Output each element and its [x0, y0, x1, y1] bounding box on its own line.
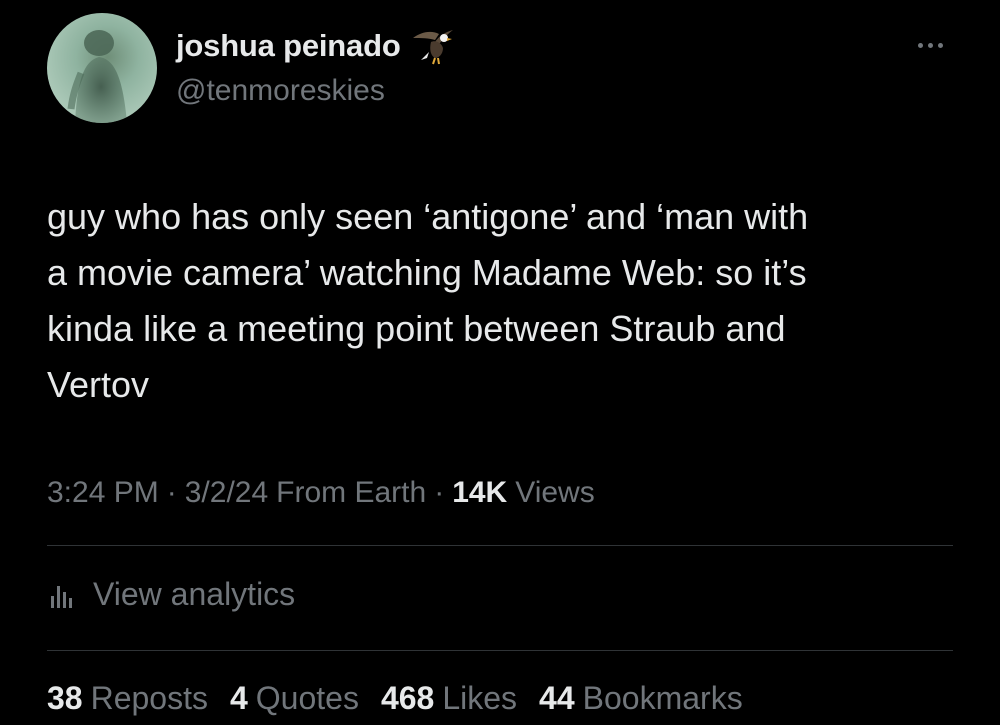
- eagle-icon: [409, 24, 457, 68]
- more-horizontal-icon: [917, 42, 923, 48]
- reposts-count: 38: [47, 679, 83, 716]
- engagement-stats: 38 Reposts 4 Quotes 468 Likes 44 Bookmar…: [47, 675, 765, 721]
- avatar-image: [67, 30, 127, 123]
- bookmarks-stat[interactable]: 44 Bookmarks: [539, 680, 743, 717]
- reposts-label: Reposts: [90, 679, 208, 716]
- more-horizontal-icon-dot: [927, 42, 933, 48]
- tweet-source: From Earth: [276, 476, 427, 509]
- likes-count: 468: [380, 679, 435, 716]
- display-name[interactable]: joshua peinado: [176, 28, 401, 64]
- author-handle[interactable]: @tenmoreskies: [176, 74, 385, 108]
- likes-label: Likes: [442, 679, 518, 716]
- tweet-date[interactable]: 3/2/24: [185, 476, 268, 510]
- tweet-meta: 3:24 PM · 3/2/24 From Earth · 14K Views: [47, 476, 595, 510]
- divider: [47, 650, 953, 651]
- view-analytics-label: View analytics: [93, 575, 296, 612]
- tweet-detail: joshua peinado @tenmoreskies guy who has…: [0, 0, 1000, 725]
- quotes-stat[interactable]: 4 Quotes: [230, 680, 359, 717]
- tweet-text: guy who has only seen ‘antigone’ and ‘ma…: [47, 196, 809, 405]
- bookmarks-label: Bookmarks: [582, 679, 743, 716]
- meta-separator: ·: [166, 476, 177, 509]
- meta-separator: ·: [434, 476, 445, 509]
- reposts-stat[interactable]: 38 Reposts: [47, 680, 208, 717]
- view-analytics-button[interactable]: View analytics: [47, 572, 295, 616]
- tweet-time[interactable]: 3:24 PM: [47, 476, 159, 510]
- views-label: Views: [515, 476, 595, 509]
- more-horizontal-icon-dot: [937, 42, 943, 48]
- bookmarks-count: 44: [539, 679, 575, 716]
- more-options-button[interactable]: [906, 30, 954, 60]
- author-name-row: joshua peinado: [176, 24, 457, 68]
- avatar[interactable]: [47, 13, 157, 123]
- divider: [47, 545, 953, 546]
- views-count: 14K: [452, 476, 508, 509]
- quotes-count: 4: [229, 679, 248, 716]
- quotes-label: Quotes: [255, 679, 359, 716]
- bar-chart-icon: [47, 578, 79, 610]
- likes-stat[interactable]: 468 Likes: [381, 680, 517, 717]
